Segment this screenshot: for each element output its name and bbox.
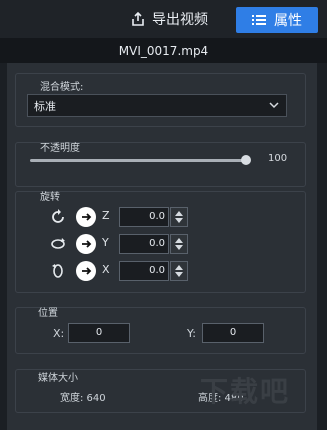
arrow-right-icon	[82, 213, 92, 221]
position-y-label: Y:	[187, 327, 196, 340]
rotate-z-button[interactable]	[76, 207, 96, 227]
axis-y-label: Y	[102, 236, 109, 249]
axis-z-label: Z	[102, 209, 110, 222]
list-icon	[252, 15, 266, 25]
position-x-label: X:	[53, 327, 65, 340]
rotate-z-icon	[52, 209, 64, 223]
blend-mode-label: 混合模式:	[40, 82, 84, 93]
step-up-icon[interactable]	[175, 238, 183, 243]
media-size-label: 媒体大小	[38, 373, 78, 384]
rotate-x-icon	[52, 264, 63, 278]
rotation-y-stepper[interactable]	[170, 234, 188, 254]
axis-x-label: X	[102, 263, 110, 276]
arrow-right-icon	[82, 240, 92, 248]
opacity-value: 100	[268, 153, 288, 164]
opacity-slider-thumb[interactable]	[241, 155, 251, 165]
blend-mode-value: 标准	[34, 99, 56, 113]
file-name-header: MVI_0017.mp4	[0, 38, 327, 63]
chevron-down-icon	[269, 102, 279, 109]
arrow-right-icon	[82, 267, 92, 275]
properties-label: 属性	[274, 13, 302, 29]
file-name: MVI_0017.mp4	[118, 43, 209, 58]
rotation-x-input[interactable]: 0.0	[119, 261, 169, 281]
step-down-icon[interactable]	[175, 245, 183, 250]
rotate-y-button[interactable]	[76, 234, 96, 254]
rotation-z-input[interactable]: 0.0	[119, 207, 169, 227]
rotate-x-button[interactable]	[76, 261, 96, 281]
step-down-icon[interactable]	[175, 272, 183, 277]
properties-button[interactable]: 属性	[236, 7, 318, 33]
opacity-slider-track[interactable]	[30, 159, 245, 162]
top-toolbar: 导出视频 属性	[0, 0, 327, 38]
position-y-input[interactable]: 0	[202, 323, 264, 343]
rotate-y-icon	[51, 238, 65, 249]
position-label: 位置	[38, 308, 58, 319]
media-width: 宽度: 640	[60, 393, 106, 404]
export-video-label: 导出视频	[152, 12, 208, 28]
rotation-x-stepper[interactable]	[170, 261, 188, 281]
watermark-text: 下载吧	[200, 375, 291, 408]
step-down-icon[interactable]	[175, 218, 183, 223]
position-x-input[interactable]: 0	[68, 323, 130, 343]
export-icon	[132, 11, 144, 26]
export-video-button[interactable]: 导出视频	[130, 6, 208, 32]
step-up-icon[interactable]	[175, 211, 183, 216]
step-up-icon[interactable]	[175, 265, 183, 270]
opacity-label: 不透明度	[40, 143, 80, 154]
rotation-y-input[interactable]: 0.0	[119, 234, 169, 254]
blend-mode-dropdown[interactable]: 标准	[27, 94, 287, 117]
rotation-z-stepper[interactable]	[170, 207, 188, 227]
rotation-label: 旋转	[40, 192, 60, 203]
